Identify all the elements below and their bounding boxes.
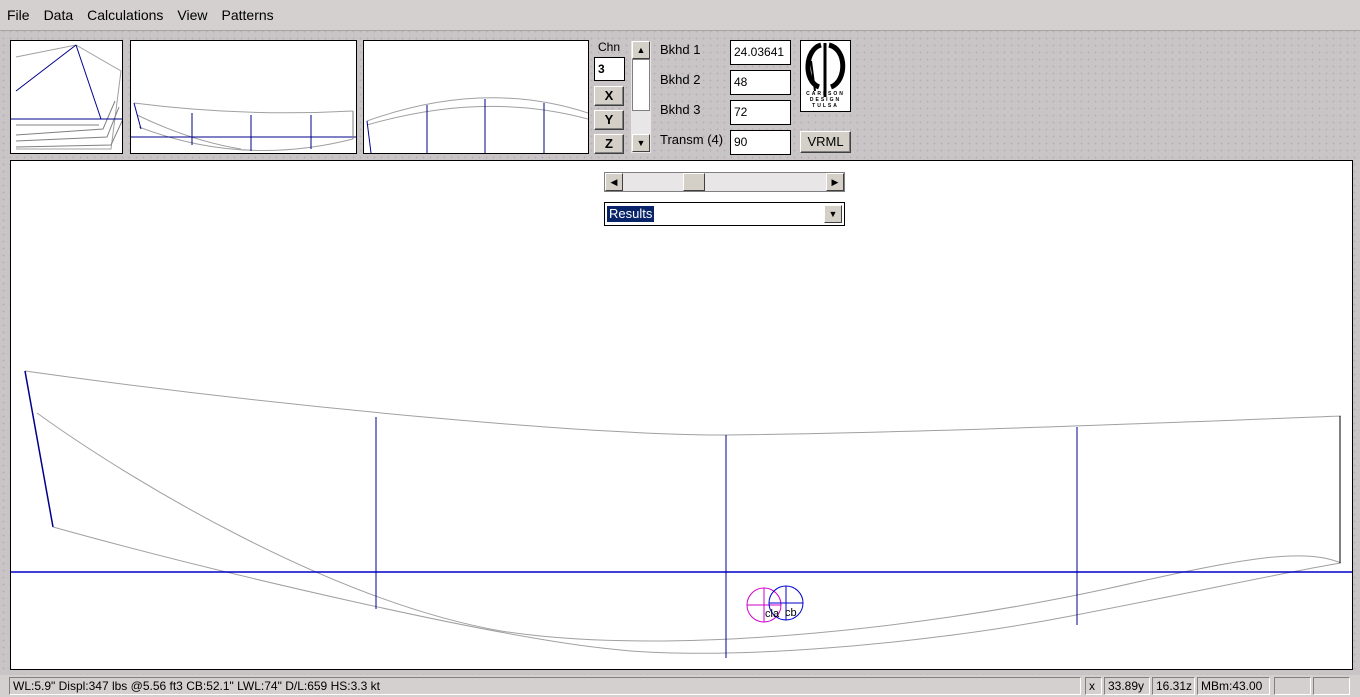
results-dropdown[interactable]: Results ▼ [604, 202, 845, 226]
bulkhead-1-input[interactable]: 24.03641 [730, 40, 791, 65]
vrml-button[interactable]: VRML [800, 131, 851, 153]
results-dropdown-value: Results [607, 206, 655, 222]
menu-file[interactable]: File [0, 0, 37, 30]
profile-view-drawing [131, 102, 356, 152]
transom-input[interactable]: 90 [730, 130, 791, 155]
hull-profile-drawing: cla cb [11, 370, 1352, 658]
menu-data[interactable]: Data [37, 0, 81, 30]
logo-text: CARLSON DESIGN TULSA [806, 91, 845, 109]
scroll-down-button[interactable]: ▼ [632, 134, 650, 152]
menu-calculations[interactable]: Calculations [80, 0, 170, 30]
axis-z-button[interactable]: Z [594, 134, 624, 154]
status-z: 16.31z [1152, 677, 1195, 695]
bulkhead-2-label: Bkhd 2 [660, 72, 701, 87]
status-summary: WL:5.9" Displ:347 lbs @5.56 ft3 CB:52.1"… [9, 677, 1081, 695]
menu-view[interactable]: View [170, 0, 214, 30]
axis-x-button[interactable]: X [594, 86, 624, 106]
menu-patterns[interactable]: Patterns [215, 0, 281, 30]
menu-bar: File Data Calculations View Patterns [0, 0, 1360, 31]
slider-thumb[interactable] [682, 173, 705, 191]
status-empty-1 [1274, 677, 1311, 695]
status-bar: WL:5.9" Displ:347 lbs @5.56 ft3 CB:52.1"… [0, 675, 1360, 697]
perspective-view-thumbnail[interactable] [10, 40, 123, 154]
status-empty-2 [1313, 677, 1350, 695]
profile-view-thumbnail[interactable] [130, 40, 357, 154]
transom-label: Transm (4) [660, 132, 724, 147]
scroll-thumb[interactable] [632, 59, 650, 111]
chine-label: Chn [598, 40, 621, 54]
chevron-down-icon[interactable]: ▼ [824, 205, 842, 223]
plan-view-drawing [366, 97, 588, 153]
plan-view-thumbnail[interactable] [363, 40, 589, 154]
cb-marker-label: cb [785, 607, 797, 619]
slider-right-button[interactable]: ▶ [826, 173, 844, 191]
status-x: x [1085, 677, 1102, 695]
view-slider[interactable]: ◀ ▶ [604, 172, 845, 192]
bulkhead-2-input[interactable]: 48 [730, 70, 791, 95]
bulkhead-1-label: Bkhd 1 [660, 42, 701, 57]
axis-y-button[interactable]: Y [594, 110, 624, 130]
bulkhead-3-input[interactable]: 72 [730, 100, 791, 125]
scroll-up-button[interactable]: ▲ [632, 41, 650, 59]
status-y: 33.89y [1104, 677, 1150, 695]
carlson-design-logo: CARLSON DESIGN TULSA [800, 40, 851, 112]
status-mbm: MBm:43.00 [1197, 677, 1270, 695]
chine-scrollbar[interactable]: ▲ ▼ [631, 41, 651, 153]
cla-marker-label: cla [765, 608, 780, 620]
main-drawing-canvas[interactable]: cla cb ◀ ▶ Results ▼ [10, 160, 1353, 670]
bulkhead-3-label: Bkhd 3 [660, 102, 701, 117]
perspective-view-drawing [11, 44, 122, 150]
slider-left-button[interactable]: ◀ [605, 173, 623, 191]
chine-input[interactable]: 3 [594, 57, 625, 81]
